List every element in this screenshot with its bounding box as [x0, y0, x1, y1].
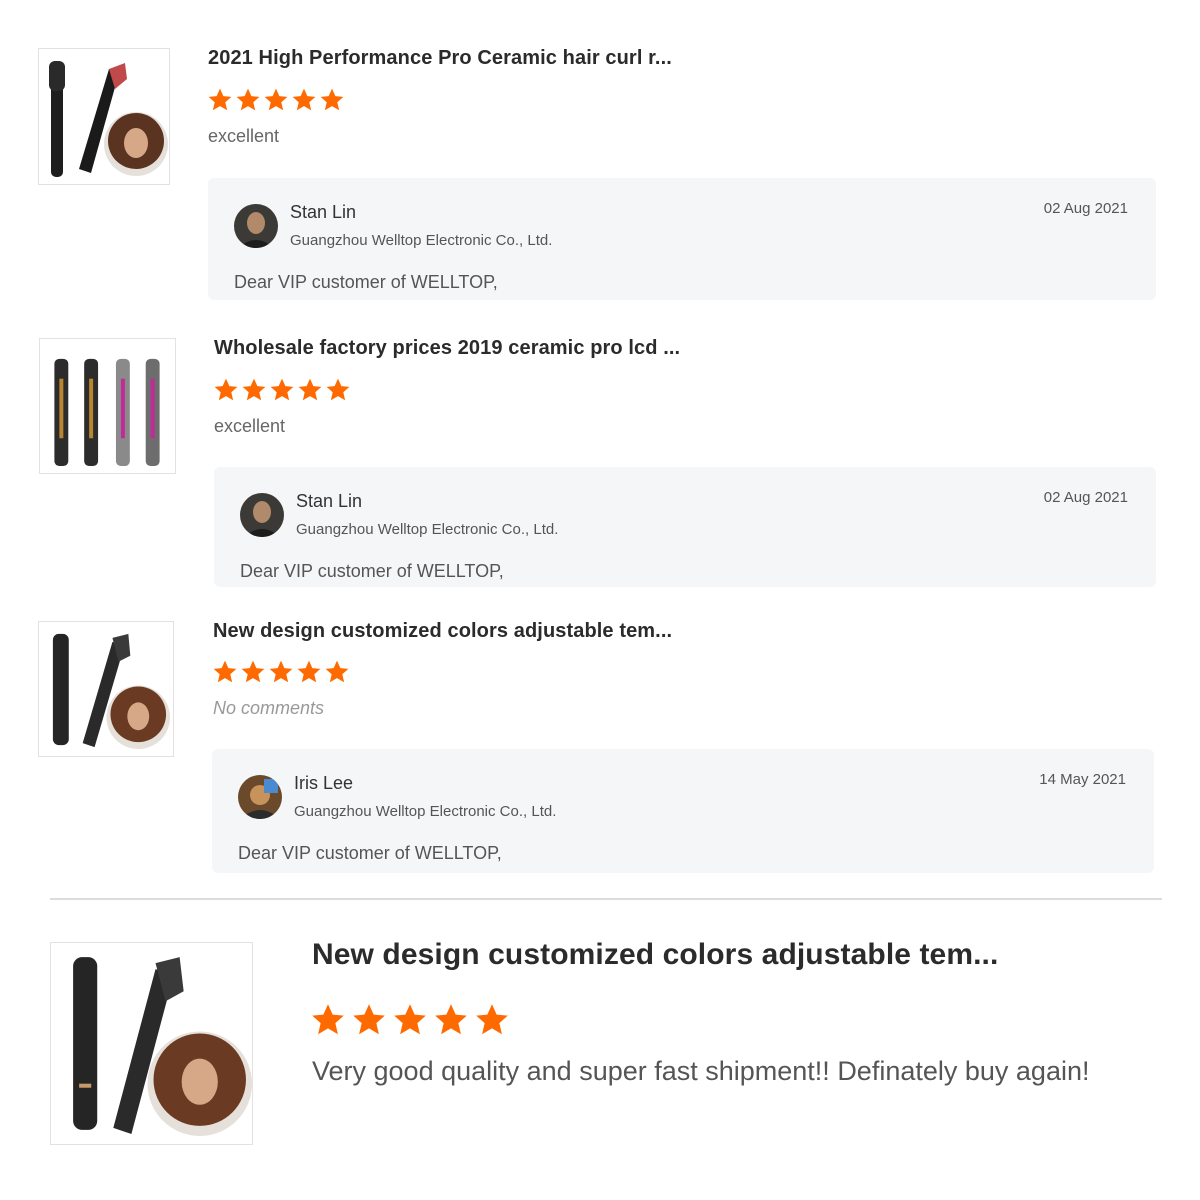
rating-stars: [212, 659, 350, 685]
reply-text: Dear VIP customer of WELLTOP,: [234, 272, 498, 292]
avatar: [238, 775, 282, 819]
product-thumbnail[interactable]: [39, 338, 176, 474]
avatar: [234, 204, 278, 248]
reply-text: Dear VIP customer of WELLTOP,: [238, 843, 502, 863]
replier-company: Guangzhou Welltop Electronic Co., Ltd.: [290, 232, 553, 249]
seller-reply: Iris Lee Guangzhou Welltop Electronic Co…: [212, 749, 1154, 873]
reply-text: Dear VIP customer of WELLTOP,: [240, 561, 504, 581]
star-icon: [208, 88, 232, 111]
star-icon: [264, 88, 288, 111]
star-icon: [214, 378, 238, 401]
replier-company: Guangzhou Welltop Electronic Co., Ltd.: [294, 803, 557, 820]
star-icon: [353, 1004, 385, 1035]
star-icon: [325, 660, 349, 683]
product-title[interactable]: Wholesale factory prices 2019 ceramic pr…: [214, 337, 680, 360]
rating-stars: [310, 1002, 510, 1038]
reply-date: 14 May 2021: [1039, 771, 1126, 788]
product-title[interactable]: New design customized colors adjustable …: [312, 938, 998, 972]
replier-name: Stan Lin: [290, 202, 357, 222]
review-comment: excellent: [208, 126, 280, 146]
replier-company: Guangzhou Welltop Electronic Co., Ltd.: [296, 521, 559, 538]
product-title[interactable]: 2021 High Performance Pro Ceramic hair c…: [208, 47, 672, 70]
product-title[interactable]: New design customized colors adjustable …: [213, 620, 672, 643]
review-comment: Very good quality and super fast shipmen…: [312, 1056, 1090, 1086]
star-icon: [269, 660, 293, 683]
star-icon: [242, 378, 266, 401]
divider: [50, 898, 1162, 900]
seller-reply: Stan Lin Guangzhou Welltop Electronic Co…: [208, 178, 1156, 300]
reply-date: 02 Aug 2021: [1043, 489, 1128, 506]
star-icon: [435, 1004, 467, 1035]
avatar: [240, 493, 284, 537]
replier-name: Iris Lee: [294, 773, 354, 793]
replier-name: Stan Lin: [296, 491, 363, 511]
star-icon: [312, 1004, 344, 1035]
star-icon: [292, 88, 316, 111]
product-thumbnail[interactable]: [50, 942, 253, 1145]
seller-reply: Stan Lin Guangzhou Welltop Electronic Co…: [214, 467, 1156, 587]
review-comment: No comments: [213, 698, 325, 718]
star-icon: [298, 378, 322, 401]
rating-stars: [213, 377, 351, 403]
star-icon: [213, 660, 237, 683]
review-comment: excellent: [214, 416, 286, 436]
product-thumbnail[interactable]: [38, 621, 174, 757]
rating-stars: [207, 87, 345, 113]
product-thumbnail[interactable]: [38, 48, 170, 185]
star-icon: [270, 378, 294, 401]
star-icon: [320, 88, 344, 111]
star-icon: [241, 660, 265, 683]
star-icon: [394, 1004, 426, 1035]
star-icon: [476, 1004, 508, 1035]
star-icon: [326, 378, 350, 401]
star-icon: [297, 660, 321, 683]
reply-date: 02 Aug 2021: [1043, 200, 1128, 217]
star-icon: [236, 88, 260, 111]
